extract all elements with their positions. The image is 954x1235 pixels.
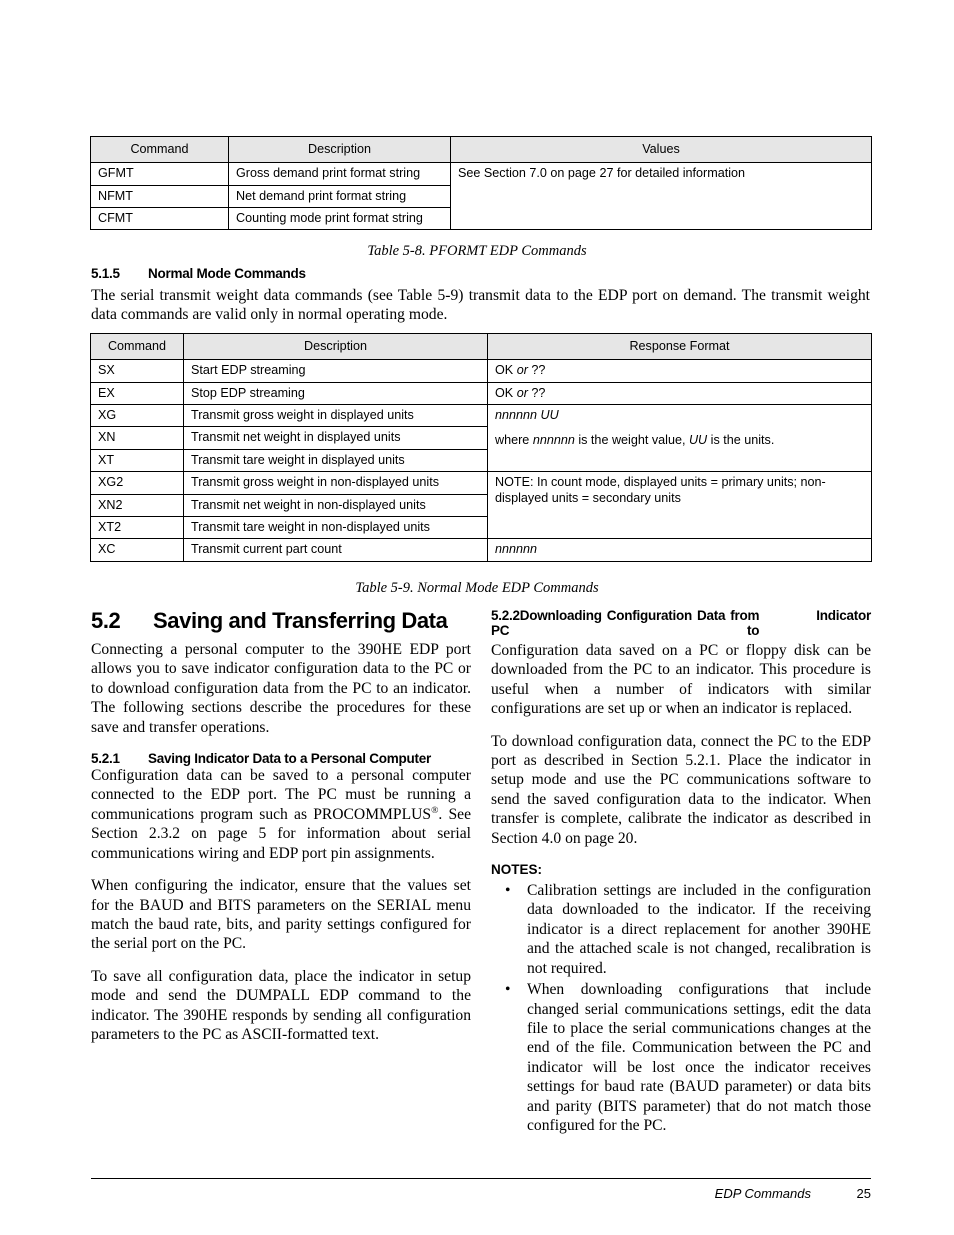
response-or: or xyxy=(516,385,528,400)
table-row: XG Transmit gross weight in displayed un… xyxy=(90,404,872,473)
heading-5-2: 5.2 Saving and Transferring Data xyxy=(91,608,471,634)
cell-description: Transmit net weight in non-displayed uni… xyxy=(183,493,488,517)
table-row: XC Transmit current part count nnnnnn xyxy=(90,538,872,562)
table-caption-5-9: Table 5-9. Normal Mode EDP Commands xyxy=(355,580,599,596)
bullet-icon: • xyxy=(505,882,511,900)
heading-title-line-2: Indicator xyxy=(816,608,871,623)
cell-response-format-note: NOTE: In count mode, displayed units = p… xyxy=(487,471,872,540)
cell-response-format: OK or ?? xyxy=(487,359,872,383)
column-header-description: Description xyxy=(183,332,488,361)
list-item-text: When downloading configurations that inc… xyxy=(527,981,871,1134)
cell-description: Stop EDP streaming xyxy=(183,381,488,406)
response-ok: OK xyxy=(495,385,514,400)
cell-command: XG xyxy=(90,404,184,428)
heading-title: Saving Indicator Data to a Personal Comp… xyxy=(148,751,432,767)
table-pformt-edp-commands: Command Description Values GFMT Gross de… xyxy=(90,135,872,231)
cell-description: Transmit net weight in displayed units xyxy=(183,426,488,450)
table-row: GFMT Gross demand print format string Se… xyxy=(90,162,872,231)
cell-command: GFMT xyxy=(90,162,229,186)
paragraph-5-2-1-third: To save all configuration data, place th… xyxy=(91,967,471,1044)
heading-number: 5.2.1 xyxy=(91,751,120,767)
paragraph-text-a: Configuration data can be saved to a per… xyxy=(91,767,471,824)
table-row: XG2 Transmit gross weight in non-display… xyxy=(90,471,872,540)
heading-title-line-1: Downloading Configuration Data from PC t… xyxy=(491,608,760,638)
cell-description: Gross demand print format string xyxy=(228,162,451,186)
cell-description: Transmit current part count xyxy=(183,538,488,562)
cell-command: EX xyxy=(90,381,184,406)
cell-description: Transmit tare weight in displayed units xyxy=(183,448,488,473)
column-header-response-format: Response Format xyxy=(487,332,872,361)
response-format-pattern: nnnnnn UU xyxy=(495,408,559,423)
cell-command: XG2 xyxy=(90,471,184,495)
cell-command: NFMT xyxy=(90,184,229,209)
cell-command: SX xyxy=(90,359,184,383)
document-page: Command Description Values GFMT Gross de… xyxy=(0,0,954,1235)
table-row: EX Stop EDP streaming OK or ?? xyxy=(90,381,872,406)
heading-title: Saving and Transferring Data xyxy=(153,608,448,633)
column-header-description: Description xyxy=(228,135,451,164)
heading-5-2-2: 5.2.2Downloading Configuration Data from… xyxy=(491,608,871,638)
column-header-values: Values xyxy=(450,135,872,164)
heading-title: Normal Mode Commands xyxy=(148,266,306,281)
heading-number: 5.1.5 xyxy=(91,266,120,281)
response-format-pattern: nnnnnn xyxy=(495,542,538,557)
list-item-text: Calibration settings are included in the… xyxy=(527,882,871,977)
cell-description: Transmit gross weight in displayed units xyxy=(183,404,488,428)
paragraph-5-2-2-first: Configuration data saved on a PC or flop… xyxy=(491,642,871,718)
cell-command: XT2 xyxy=(90,515,184,540)
response-or: or xyxy=(516,363,528,378)
footer-page-number: 25 xyxy=(856,1186,871,1201)
list-item: • Calibration settings are included in t… xyxy=(491,881,871,978)
cell-command: CFMT xyxy=(90,207,229,231)
heading-line-1: 5.2.2Downloading Configuration Data from… xyxy=(491,608,759,638)
cell-values: See Section 7.0 on page 27 for detailed … xyxy=(450,162,872,231)
paragraph-5-2-2-second: To download configuration data, connect … xyxy=(491,732,871,847)
response-qq: ?? xyxy=(531,385,546,400)
cell-description: Net demand print format string xyxy=(228,184,451,209)
table-caption-5-8: Table 5-8. PFORMT EDP Commands xyxy=(367,243,587,259)
left-column: 5.2 Saving and Transferring Data Connect… xyxy=(91,608,471,1045)
notes-label: NOTES: xyxy=(491,862,543,878)
paragraph-5-2-1-second: When configuring the indicator, ensure t… xyxy=(91,877,471,953)
column-header-command: Command xyxy=(90,332,184,361)
cell-response-format: nnnnnn UU where nnnnnn is the weight val… xyxy=(487,404,872,473)
footer-title: EDP Commands xyxy=(714,1186,811,1201)
cell-command: XN xyxy=(90,426,184,450)
response-qq: ?? xyxy=(531,363,546,378)
cell-command: XN2 xyxy=(90,493,184,517)
table-row: SX Start EDP streaming OK or ?? xyxy=(90,359,872,383)
notes-list: • Calibration settings are included in t… xyxy=(491,881,871,1135)
paragraph-5-1-5-intro: The serial transmit weight data commands… xyxy=(91,287,870,324)
table-normal-mode-edp-commands: Command Description Response Format SX S… xyxy=(90,332,872,562)
cell-response-format: OK or ?? xyxy=(487,381,872,406)
right-column: 5.2.2Downloading Configuration Data from… xyxy=(491,608,871,1137)
cell-description: Transmit gross weight in non-displayed u… xyxy=(183,471,488,495)
heading-number: 5.2.2 xyxy=(491,608,520,623)
heading-5-1-5: 5.1.5 Normal Mode Commands xyxy=(91,266,591,281)
page-footer: EDP Commands 25 xyxy=(91,1186,871,1201)
list-item: • When downloading configurations that i… xyxy=(491,980,871,1135)
response-format-explanation: where nnnnnn is the weight value, UU is … xyxy=(495,433,775,448)
table-header-row: Command Description Values xyxy=(90,135,872,164)
footer-divider xyxy=(91,1178,871,1179)
cell-description: Transmit tare weight in non-displayed un… xyxy=(183,515,488,540)
heading-5-2-1: 5.2.1 Saving Indicator Data to a Persona… xyxy=(91,751,471,766)
bullet-icon: • xyxy=(505,981,511,999)
heading-number: 5.2 xyxy=(91,608,121,633)
paragraph-5-2-intro: Connecting a personal computer to the 39… xyxy=(91,641,471,736)
cell-description: Counting mode print format string xyxy=(228,207,451,231)
cell-description: Start EDP streaming xyxy=(183,359,488,383)
paragraph-5-2-1-first: Configuration data can be saved to a per… xyxy=(91,766,471,863)
cell-command: XC xyxy=(90,538,184,562)
response-ok: OK xyxy=(495,363,514,378)
cell-command: XT xyxy=(90,448,184,473)
table-header-row: Command Description Response Format xyxy=(90,332,872,361)
column-header-command: Command xyxy=(90,135,229,164)
cell-response-format: nnnnnn xyxy=(487,538,872,562)
